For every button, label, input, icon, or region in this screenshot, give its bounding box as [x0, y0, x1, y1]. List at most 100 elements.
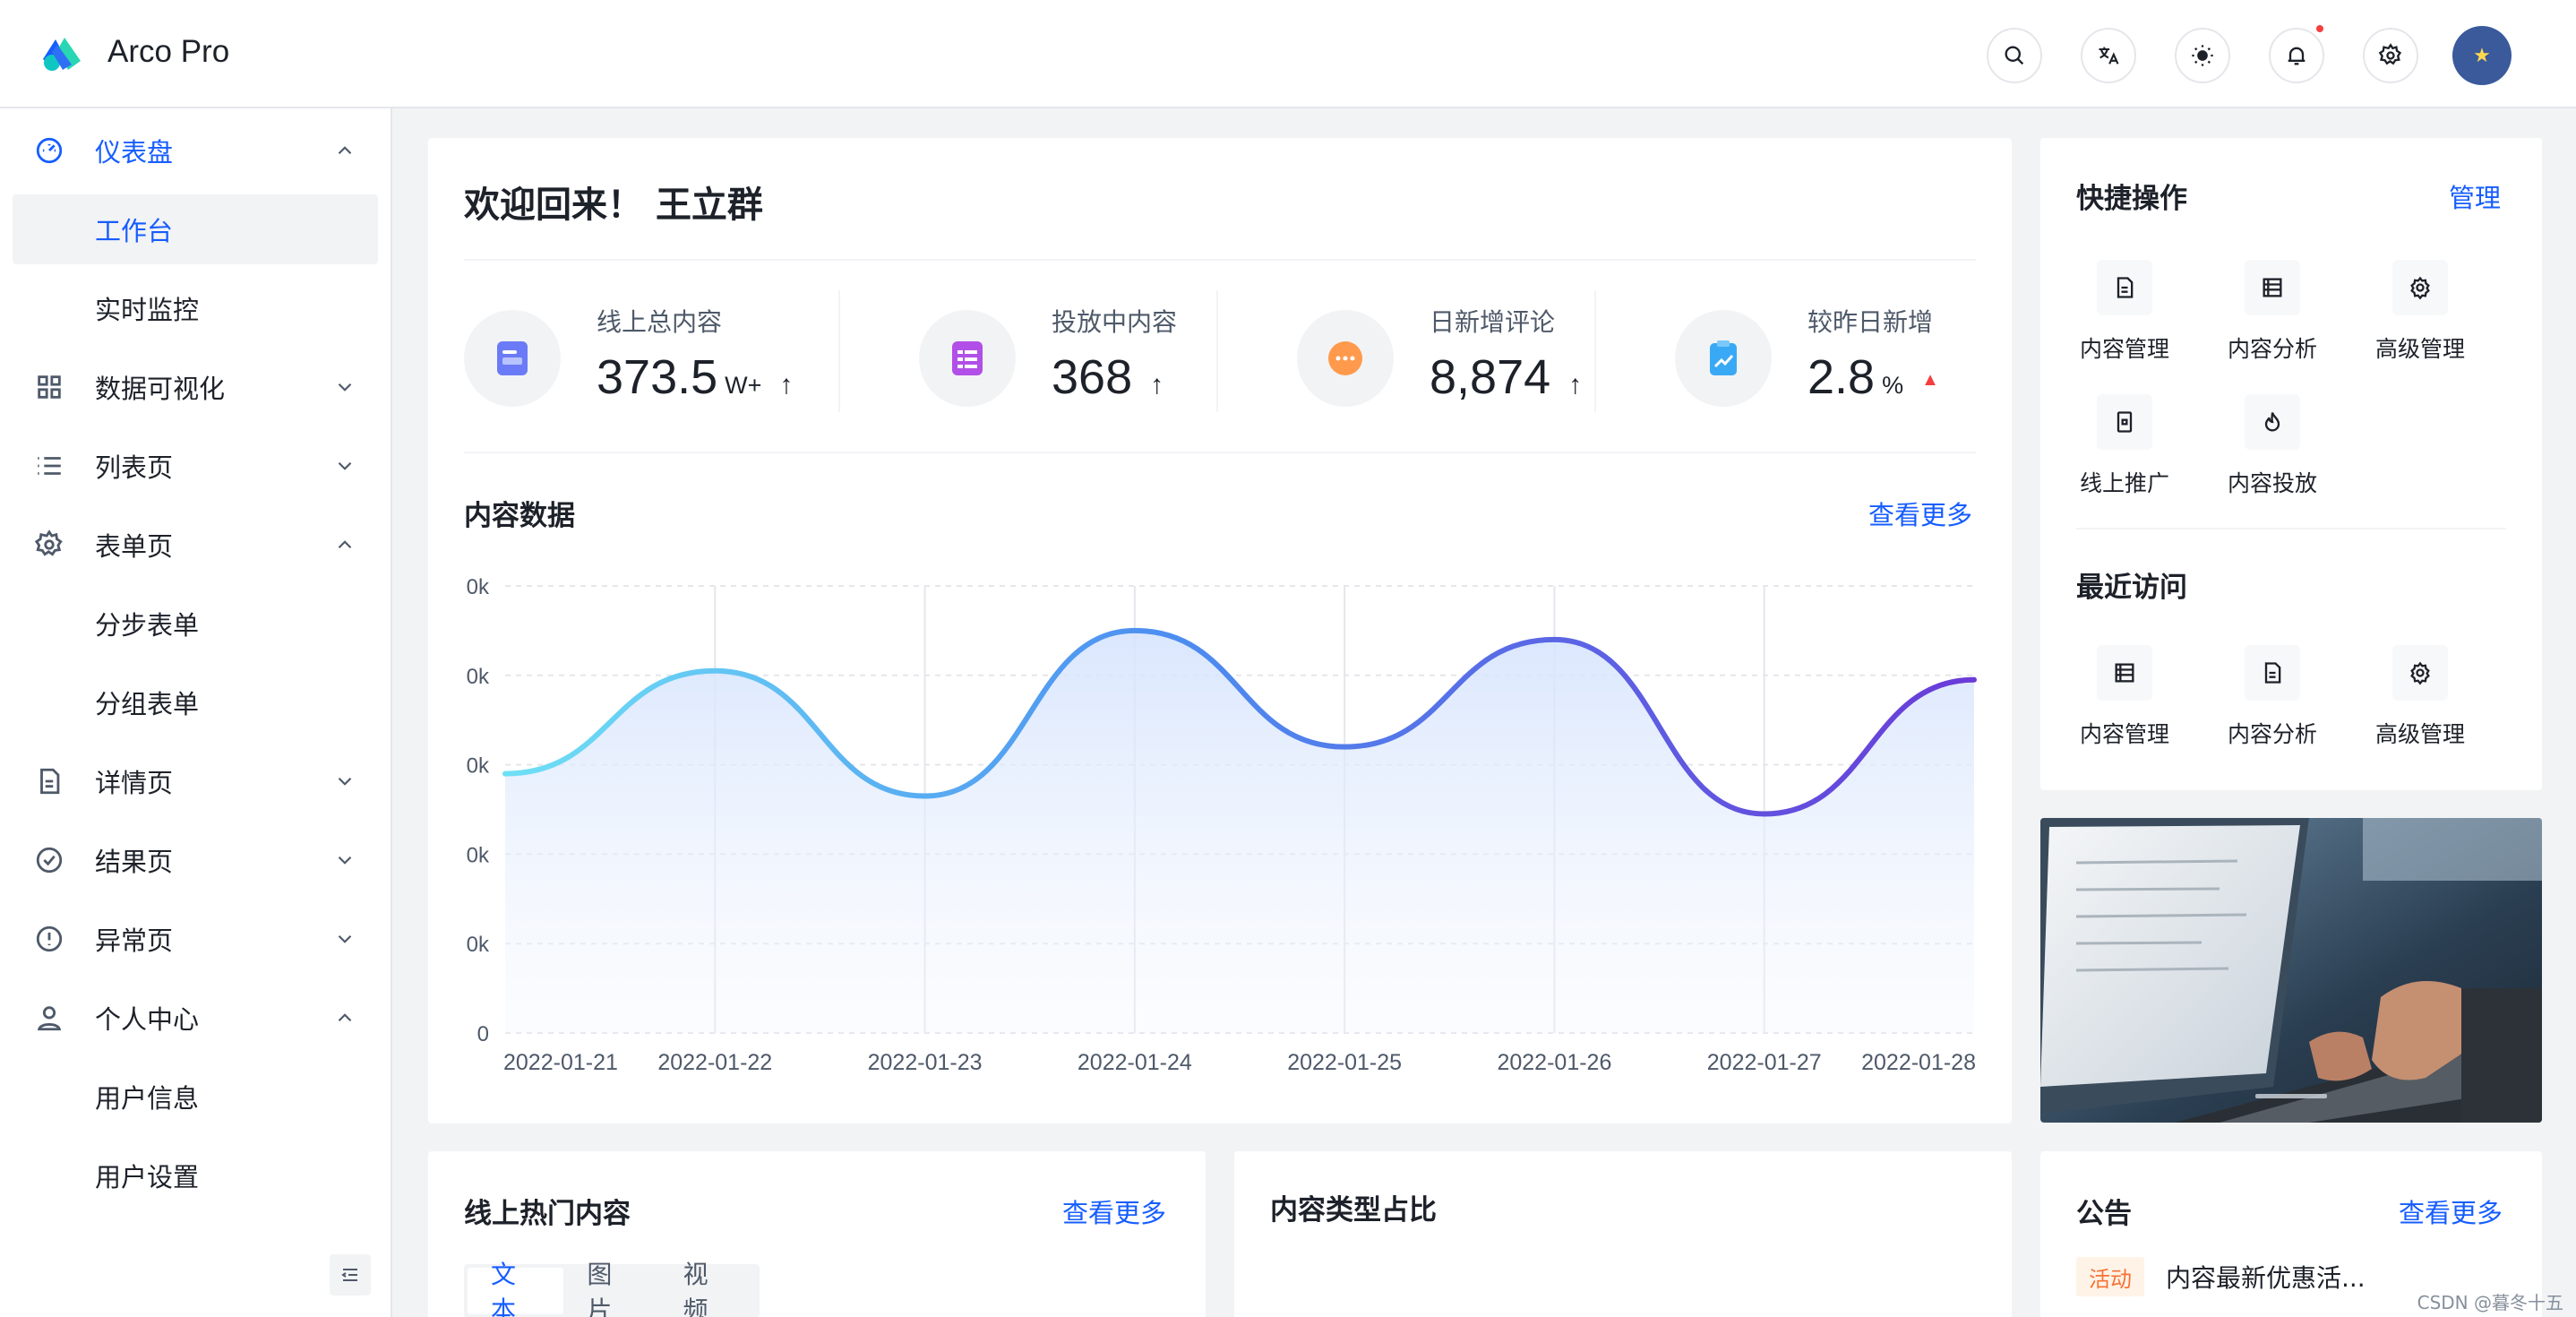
notice-item-text[interactable]: 内容最新优惠活...: [2166, 1259, 2366, 1295]
gear-icon: [34, 529, 63, 556]
laptop-typing-image: [2040, 818, 2542, 1123]
table-icon: [2245, 260, 2300, 315]
quick-op-content-analysis[interactable]: 内容分析: [2214, 260, 2331, 376]
sidebar-item-profile[interactable]: 详情页: [13, 746, 378, 816]
x-tick-label: 2022-01-27: [1707, 1050, 1822, 1075]
content-type-card: 内容类型占比: [1234, 1151, 2012, 1317]
chevron-down-icon: [338, 856, 352, 865]
y-tick-label: 0k: [467, 843, 490, 867]
gear-icon: [2392, 260, 2448, 315]
content-type-title: 内容类型占比: [1270, 1194, 1437, 1227]
tab-video[interactable]: 视频: [660, 1260, 756, 1317]
hot-content-title: 线上热门内容: [464, 1198, 631, 1230]
sidebar-item-label: 列表页: [95, 452, 174, 483]
sidebar-item-user-info[interactable]: 用户信息: [13, 1062, 378, 1132]
x-tick-label: 2022-01-26: [1497, 1050, 1611, 1075]
arco-logo-icon: [43, 38, 81, 71]
sidebar-item-dashboard[interactable]: 仪表盘: [13, 116, 378, 185]
quick-op-label: 线上推广: [2079, 470, 2169, 496]
quick-op-content-manage[interactable]: 内容管理: [2066, 260, 2183, 376]
notice-more-link[interactable]: 查看更多: [2399, 1192, 2503, 1230]
chevron-up-icon: [338, 540, 352, 549]
sidebar-item-label: 详情页: [95, 768, 174, 798]
x-tick-label: 2022-01-28: [1861, 1050, 1976, 1075]
notification-badge: [2314, 23, 2325, 34]
recent-label: 内容管理: [2079, 721, 2169, 747]
tab-image[interactable]: 图片: [563, 1260, 659, 1317]
settings-button[interactable]: [2363, 28, 2418, 83]
translate-icon: [2099, 47, 2119, 65]
watermark: CSDN @暮冬十五: [2417, 1292, 2563, 1313]
hot-content-tabs: 文本 图片 视频: [464, 1260, 760, 1317]
search-button[interactable]: [1987, 28, 2042, 83]
x-tick-label: 2022-01-21: [503, 1050, 618, 1075]
sidebar-item-result[interactable]: 结果页: [13, 825, 378, 895]
gear-icon: [2392, 645, 2448, 701]
notification-button[interactable]: [2269, 28, 2324, 83]
check-circle-icon: [36, 847, 63, 874]
list-icon: [38, 457, 61, 475]
recent-label: 高级管理: [2374, 721, 2465, 747]
user-icon: [37, 1006, 62, 1031]
notice-title: 公告: [2076, 1198, 2132, 1230]
sidebar-item-exception[interactable]: 异常页: [13, 904, 378, 974]
sidebar-item-label: 分步表单: [95, 610, 200, 641]
y-tick-label: 0k: [467, 754, 490, 779]
y-tick-label: 0: [477, 1022, 489, 1046]
recent-content-analysis[interactable]: 内容分析: [2214, 645, 2331, 762]
y-tick-label: 0k: [467, 575, 490, 599]
theme-button[interactable]: [2175, 28, 2230, 83]
welcome-card: 欢迎回来！ 王立群 线上总内容 373.5 W+ ↑ 投放中内容 368 ↑ 日新增评…: [428, 138, 2012, 1123]
dashboard-icon: [36, 137, 63, 164]
quick-op-online-promo[interactable]: 线上推广: [2066, 394, 2183, 511]
table-icon: [2097, 645, 2152, 701]
fire-icon: [2245, 394, 2300, 450]
quick-ops-manage-link[interactable]: 管理: [2449, 177, 2501, 215]
recent-advanced-manage[interactable]: 高级管理: [2362, 645, 2478, 762]
file-icon: [40, 768, 60, 795]
sidebar-item-user-settings[interactable]: 用户设置: [13, 1141, 378, 1210]
sidebar-item-label: 仪表盘: [95, 137, 174, 168]
sidebar-item-visualization[interactable]: 数据可视化: [13, 352, 378, 422]
sidebar-item-monitor[interactable]: 实时监控: [13, 273, 378, 343]
sidebar-item-user[interactable]: 个人中心: [13, 983, 378, 1053]
quick-op-content-delivery[interactable]: 内容投放: [2214, 394, 2331, 511]
x-tick-label: 2022-01-23: [868, 1050, 983, 1075]
chevron-down-icon: [338, 383, 352, 392]
collapse-sidebar-button[interactable]: [330, 1254, 371, 1295]
sidebar-item-label: 结果页: [95, 847, 174, 877]
sidebar-item-group-form[interactable]: 分组表单: [13, 667, 378, 737]
sidebar-item-form[interactable]: 表单页: [13, 510, 378, 580]
chevron-up-icon: [338, 1013, 352, 1022]
sidebar-item-label: 异常页: [95, 925, 174, 956]
banner-carousel[interactable]: [2040, 818, 2542, 1123]
quick-op-label: 内容管理: [2079, 336, 2169, 362]
hot-content-more-link[interactable]: 查看更多: [1062, 1192, 1166, 1230]
user-avatar[interactable]: ★: [2452, 26, 2512, 85]
tab-text[interactable]: 文本: [468, 1260, 564, 1317]
chevron-down-icon: [338, 461, 352, 470]
bell-icon: [2288, 47, 2306, 65]
quick-op-label: 高级管理: [2374, 336, 2465, 362]
file-icon: [2097, 260, 2152, 315]
grid-icon: [38, 375, 61, 399]
recent-label: 内容分析: [2227, 721, 2317, 747]
sidebar-item-label: 实时监控: [95, 295, 200, 325]
file-icon: [2245, 645, 2300, 701]
top-navbar: Arco Pro ★: [0, 0, 2576, 108]
sidebar-item-list[interactable]: 列表页: [13, 431, 378, 501]
gear-icon: [2378, 43, 2402, 65]
sidebar-item-label: 用户信息: [95, 1083, 200, 1114]
sidebar: 仪表盘 工作台 实时监控 数据可视化 列表页 表单页 分步表单 分组表单 详情页…: [0, 108, 392, 1317]
x-tick-label: 2022-01-22: [657, 1050, 772, 1075]
exclamation-icon: [36, 925, 63, 952]
sidebar-item-label: 分组表单: [95, 689, 200, 719]
y-tick-label: 0k: [467, 933, 490, 957]
y-tick-label: 0k: [467, 665, 490, 689]
quick-op-advanced-manage[interactable]: 高级管理: [2362, 260, 2478, 376]
sidebar-item-workplace[interactable]: 工作台: [13, 194, 378, 264]
sidebar-item-step-form[interactable]: 分步表单: [13, 589, 378, 658]
recent-content-manage[interactable]: 内容管理: [2066, 645, 2183, 762]
language-button[interactable]: [2081, 28, 2136, 83]
sidebar-item-label: 数据可视化: [95, 374, 226, 404]
